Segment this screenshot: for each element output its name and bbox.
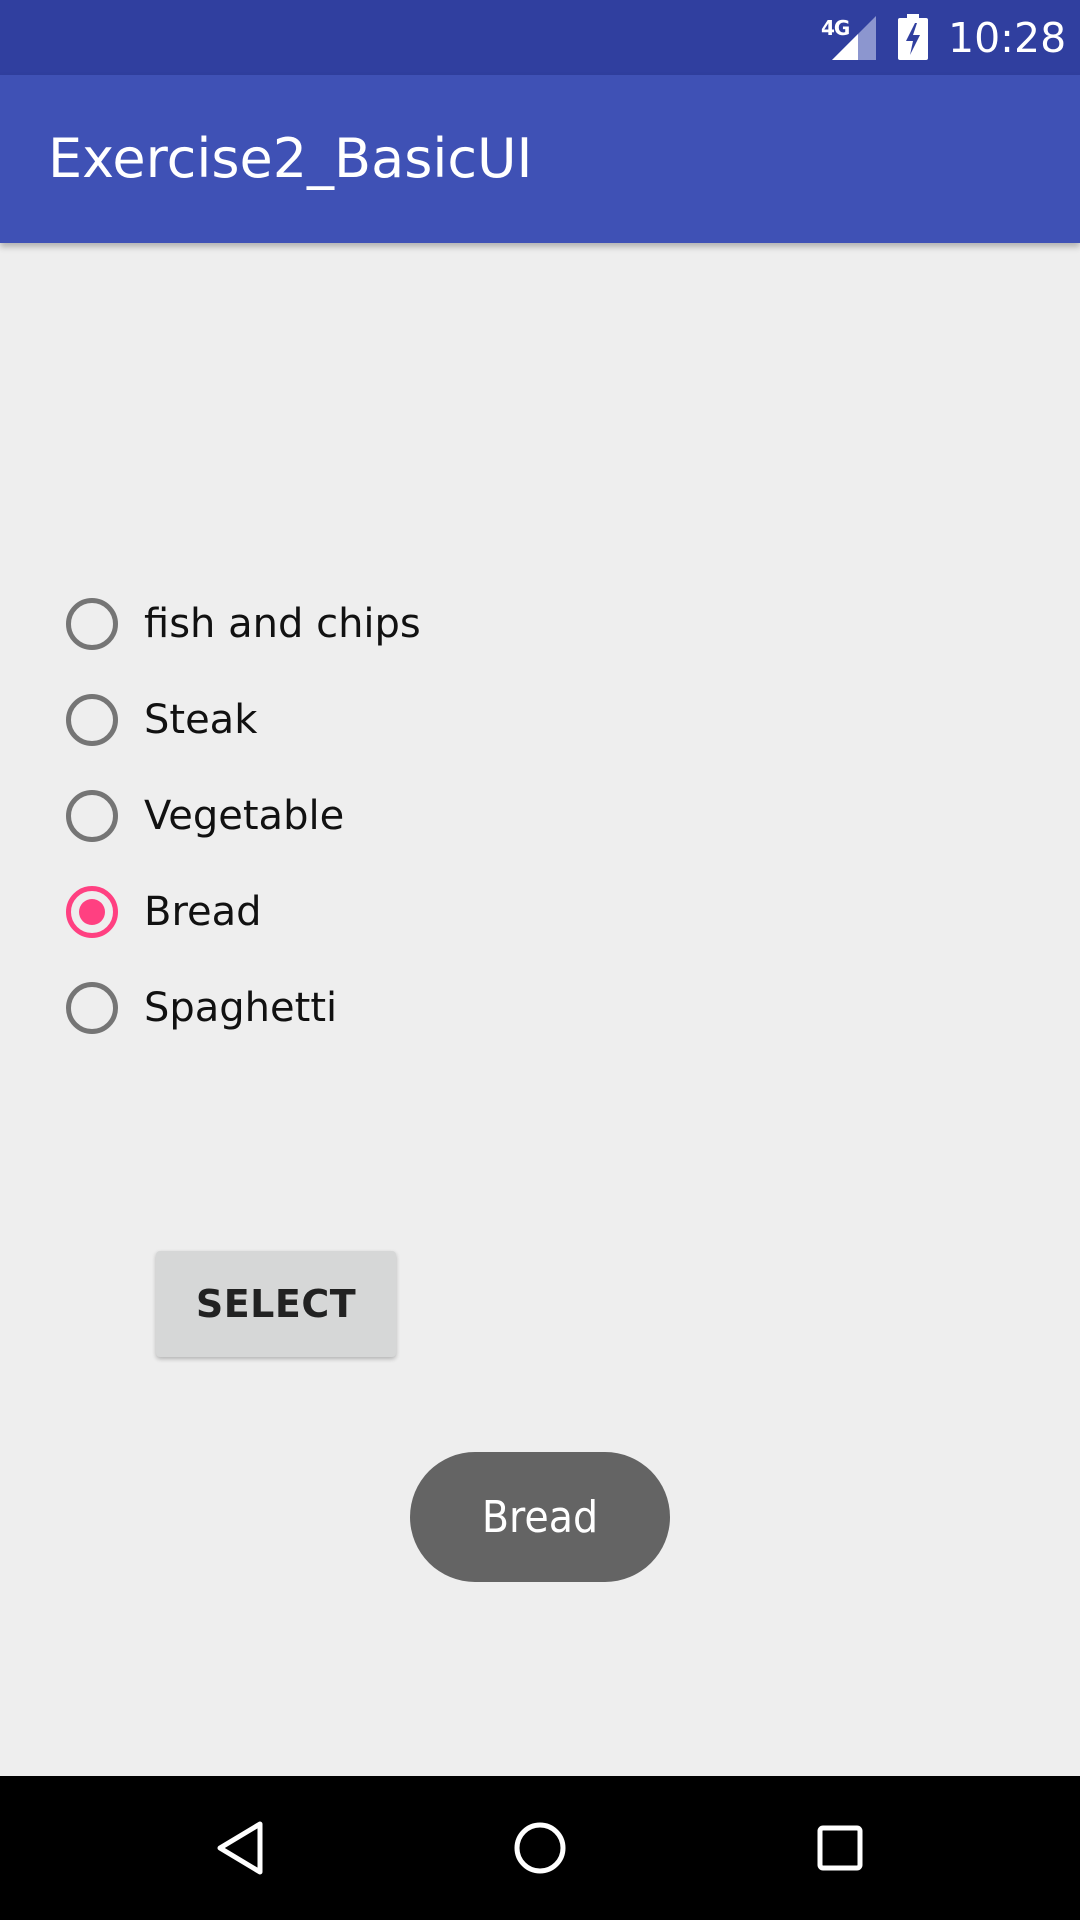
food-radio-group: fish and chips Steak Vegetable Bread Spa… — [60, 576, 760, 1056]
back-button[interactable] — [180, 1776, 300, 1920]
back-triangle-icon — [217, 1821, 263, 1875]
select-button[interactable]: SELECT — [156, 1251, 396, 1357]
radio-unchecked-icon[interactable] — [66, 982, 118, 1034]
recents-square-icon — [817, 1825, 863, 1871]
radio-label[interactable]: Vegetable — [144, 793, 344, 839]
home-button[interactable] — [480, 1776, 600, 1920]
radio-label[interactable]: Bread — [144, 889, 262, 935]
radio-option-fish-and-chips[interactable]: fish and chips — [60, 576, 760, 672]
radio-option-bread[interactable]: Bread — [60, 864, 760, 960]
cell-signal-icon — [832, 16, 876, 60]
system-nav-bar — [0, 1776, 1080, 1920]
app-screen: 4G 10:28 Exercise2_BasicUI fish and chip… — [0, 0, 1080, 1920]
radio-option-steak[interactable]: Steak — [60, 672, 760, 768]
radio-unchecked-icon[interactable] — [66, 694, 118, 746]
radio-unchecked-icon[interactable] — [66, 790, 118, 842]
radio-checked-icon[interactable] — [66, 886, 118, 938]
radio-unchecked-icon[interactable] — [66, 598, 118, 650]
status-bar: 4G 10:28 — [0, 0, 1080, 75]
recents-button[interactable] — [780, 1776, 900, 1920]
radio-label[interactable]: Spaghetti — [144, 985, 337, 1031]
radio-option-spaghetti[interactable]: Spaghetti — [60, 960, 760, 1056]
radio-option-vegetable[interactable]: Vegetable — [60, 768, 760, 864]
radio-label[interactable]: Steak — [144, 697, 257, 743]
radio-dot — [79, 899, 105, 925]
battery-charging-icon — [898, 14, 928, 60]
clock-time: 10:28 — [948, 14, 1067, 62]
app-title: Exercise2_BasicUI — [48, 127, 533, 190]
home-circle-icon — [514, 1822, 566, 1874]
toast-message: Bread — [410, 1452, 670, 1582]
app-toolbar: Exercise2_BasicUI — [0, 75, 1080, 243]
radio-label[interactable]: fish and chips — [144, 601, 421, 647]
